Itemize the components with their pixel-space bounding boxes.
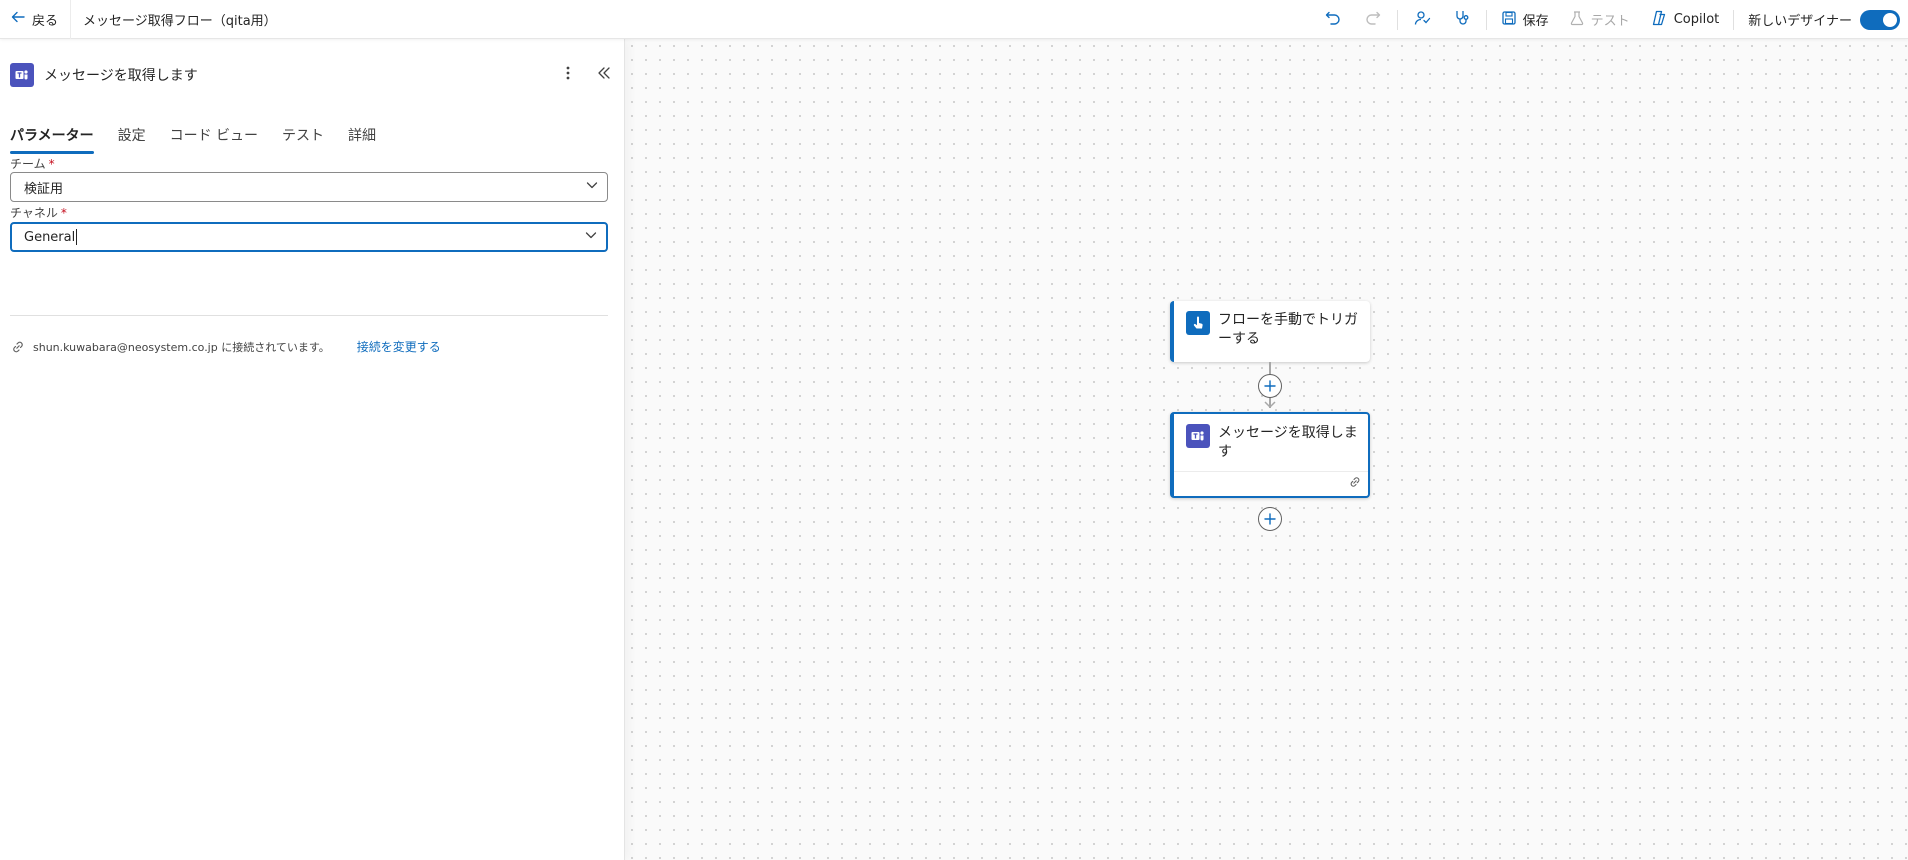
save-label: 保存 bbox=[1522, 14, 1549, 29]
action-card-title: メッセージを取得します bbox=[1218, 425, 1358, 460]
divider bbox=[10, 315, 608, 316]
chevron-down-icon bbox=[584, 228, 598, 246]
new-designer-toggle[interactable] bbox=[1860, 9, 1900, 30]
connection-text: shun.kuwabara@neosystem.co.jp に接続されています。 bbox=[33, 340, 330, 354]
new-designer-label: 新しいデザイナー bbox=[1748, 14, 1852, 29]
tab-parameters[interactable]: パラメーター bbox=[10, 125, 94, 154]
top-bar: 戻る メッセージ取得フロー（qita用） 保存 テスト Copilot 新しいデ… bbox=[0, 0, 1908, 39]
trigger-card[interactable]: フローを手動でトリガーする bbox=[1170, 301, 1370, 362]
add-step-button[interactable] bbox=[1258, 507, 1282, 531]
flow-checker-button[interactable] bbox=[1402, 0, 1442, 39]
team-field-label: チーム * bbox=[10, 155, 55, 172]
more-options-button[interactable] bbox=[556, 61, 580, 89]
trigger-card-title: フローを手動でトリガーする bbox=[1218, 312, 1358, 347]
channel-select-value: General bbox=[24, 229, 76, 245]
copilot-label: Copilot bbox=[1673, 12, 1720, 27]
team-select[interactable]: 検証用 bbox=[10, 172, 608, 202]
change-connection-link[interactable]: 接続を変更する bbox=[357, 338, 441, 355]
tab-details[interactable]: 詳細 bbox=[348, 125, 376, 154]
redo-icon bbox=[1364, 9, 1382, 31]
arrow-down-icon bbox=[1264, 401, 1276, 409]
test-label: テスト bbox=[1590, 14, 1630, 29]
team-select-value: 検証用 bbox=[24, 181, 64, 197]
undo-button[interactable] bbox=[1313, 0, 1353, 39]
insert-step-button[interactable] bbox=[1258, 374, 1282, 398]
tab-settings[interactable]: 設定 bbox=[118, 125, 146, 154]
panel-header: メッセージを取得します bbox=[10, 63, 198, 87]
test-button[interactable]: テスト bbox=[1559, 0, 1640, 39]
tab-test[interactable]: テスト bbox=[282, 125, 324, 154]
toolbar-divider bbox=[1396, 9, 1398, 30]
plus-icon bbox=[1263, 512, 1277, 526]
connection-info: shun.kuwabara@neosystem.co.jp に接続されています。… bbox=[11, 338, 441, 355]
chevron-double-left-icon bbox=[597, 66, 611, 84]
hand-tap-icon bbox=[1186, 311, 1210, 335]
plus-icon bbox=[1263, 379, 1277, 393]
card-footer bbox=[1174, 471, 1368, 493]
panel-title: メッセージを取得します bbox=[44, 68, 198, 84]
teams-icon bbox=[10, 63, 34, 87]
save-icon bbox=[1501, 10, 1517, 30]
tab-code-view[interactable]: コード ビュー bbox=[170, 125, 258, 154]
toggle-knob bbox=[1883, 12, 1897, 27]
chevron-down-icon bbox=[585, 178, 599, 196]
team-label-text: チーム bbox=[10, 157, 46, 171]
copilot-icon bbox=[1650, 9, 1668, 31]
link-icon bbox=[1348, 476, 1362, 492]
required-marker: * bbox=[48, 157, 55, 171]
back-label: 戻る bbox=[32, 13, 59, 29]
teams-icon bbox=[1186, 424, 1210, 448]
action-details-panel: メッセージを取得します パラメーター 設定 コード ビュー テスト 詳細 チーム… bbox=[0, 39, 625, 860]
text-cursor bbox=[76, 229, 78, 245]
channel-label-text: チャネル bbox=[10, 206, 58, 220]
arrow-left-icon bbox=[10, 9, 26, 29]
copilot-button[interactable]: Copilot bbox=[1640, 0, 1730, 39]
redo-button[interactable] bbox=[1353, 0, 1393, 39]
person-feedback-icon bbox=[1413, 9, 1431, 31]
undo-icon bbox=[1324, 9, 1342, 31]
more-vertical-icon bbox=[566, 66, 570, 84]
toolbar-divider bbox=[1733, 9, 1735, 30]
toolbar-divider bbox=[1485, 9, 1487, 30]
flow-title: メッセージ取得フロー（qita用） bbox=[83, 13, 277, 29]
stethoscope-button[interactable] bbox=[1442, 0, 1482, 39]
required-marker: * bbox=[60, 206, 67, 220]
back-button[interactable]: 戻る bbox=[0, 0, 72, 39]
new-designer-toggle-group: 新しいデザイナー bbox=[1738, 9, 1908, 30]
stethoscope-icon bbox=[1453, 9, 1471, 31]
beaker-icon bbox=[1569, 10, 1585, 30]
channel-field-label: チャネル * bbox=[10, 204, 67, 221]
collapse-panel-button[interactable] bbox=[592, 61, 616, 89]
get-messages-card[interactable]: メッセージを取得します bbox=[1170, 412, 1370, 498]
save-button[interactable]: 保存 bbox=[1491, 0, 1559, 39]
channel-select[interactable]: General bbox=[10, 222, 608, 252]
panel-tabs: パラメーター 設定 コード ビュー テスト 詳細 bbox=[10, 125, 400, 154]
link-icon bbox=[11, 340, 25, 354]
